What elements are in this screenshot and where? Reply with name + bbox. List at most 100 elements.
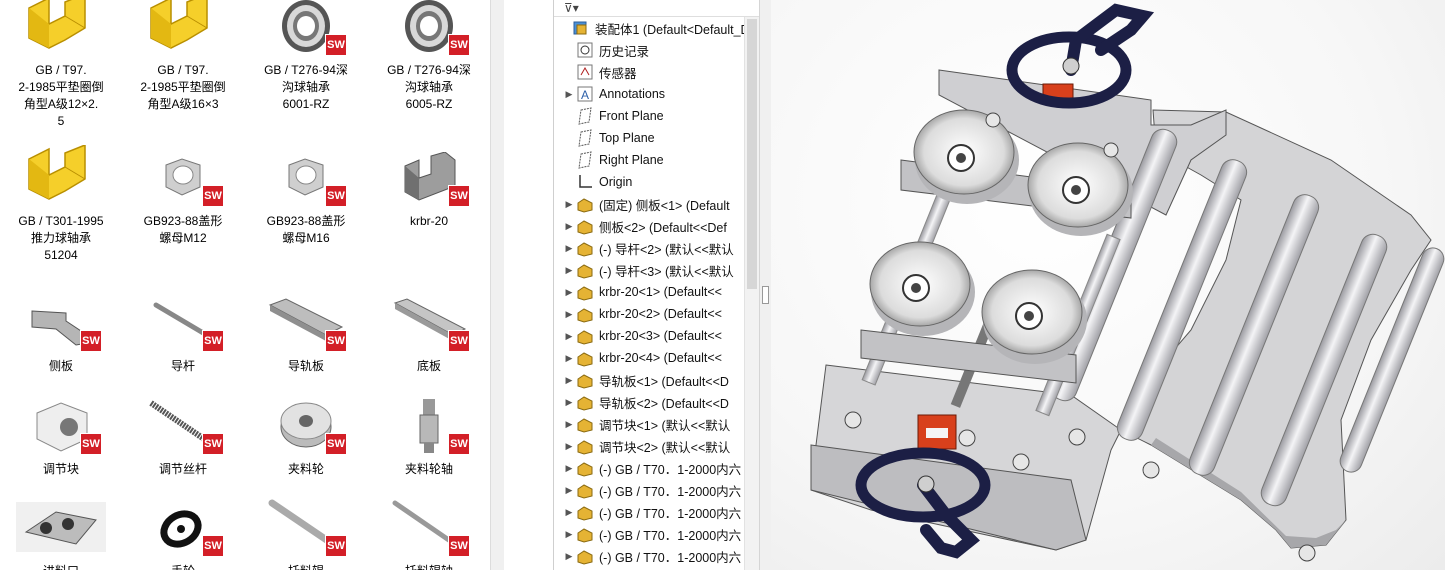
- file-tile[interactable]: SW GB / T276-94深 沟球轴承 6001-RZ: [245, 0, 367, 113]
- tree-item[interactable]: ▶ (-) 导杆<2> (默认<<默认: [554, 237, 734, 259]
- tree-item[interactable]: ▶ (-) 导杆<3> (默认<<默认: [554, 259, 734, 281]
- pulley-icon: SW: [261, 393, 351, 457]
- tree-item-label: Annotations: [599, 87, 666, 101]
- expand-arrow-icon[interactable]: ▶: [562, 375, 576, 386]
- tree-item[interactable]: Right Plane: [554, 149, 664, 171]
- expand-arrow-icon[interactable]: ▶: [562, 199, 576, 210]
- expand-arrow-icon[interactable]: ▶: [562, 243, 576, 254]
- tree-item[interactable]: Top Plane: [554, 127, 655, 149]
- tree-scrollbar[interactable]: [744, 17, 759, 570]
- tree-item[interactable]: ▶ krbr-20<1> (Default<<: [554, 281, 722, 303]
- part-icon: [576, 217, 594, 235]
- tree-item-label: (-) GB / T70．1-2000内六: [599, 484, 742, 499]
- file-tile-label: 导杆: [170, 359, 195, 373]
- bearing-icon: SW: [261, 0, 351, 58]
- file-tile-label: GB923-88盖形 螺母M16: [266, 214, 346, 245]
- tree-item[interactable]: Front Plane: [554, 105, 664, 127]
- file-tile[interactable]: SW 夹料轮轴: [368, 393, 490, 478]
- tree-item[interactable]: ▶ (-) GB / T70．1-2000内六: [554, 457, 741, 479]
- file-tile-label: GB / T97. 2-1985平垫圈倒 角型A级16×3: [140, 63, 226, 111]
- split-grip[interactable]: [762, 286, 769, 304]
- solidworks-badge-icon: SW: [448, 330, 470, 352]
- file-tile[interactable]: SW krbr-20: [368, 145, 490, 230]
- tree-item[interactable]: ▶ 侧板<2> (Default<<Def: [554, 215, 727, 237]
- expand-arrow-icon[interactable]: ▶: [562, 529, 576, 540]
- file-tile[interactable]: GB / T97. 2-1985平垫圈倒 角型A级12×2. 5: [0, 0, 122, 130]
- file-tile[interactable]: SW 托料辊: [245, 495, 367, 570]
- tree-item[interactable]: ▶ (-) GB / T70．1-2000内六: [554, 501, 741, 523]
- handwheel-icon: SW: [138, 495, 228, 559]
- assembly-3d-model[interactable]: [771, 0, 1445, 570]
- expand-arrow-icon[interactable]: ▶: [562, 221, 576, 232]
- file-tile-label: 底板: [416, 359, 441, 373]
- expand-arrow-icon[interactable]: ▶: [562, 397, 576, 408]
- file-tile[interactable]: SW GB923-88盖形 螺母M12: [122, 145, 244, 247]
- expand-arrow-icon[interactable]: ▶: [562, 507, 576, 518]
- file-tile[interactable]: GB / T97. 2-1985平垫圈倒 角型A级16×3: [122, 0, 244, 113]
- expand-arrow-icon[interactable]: ▶: [562, 485, 576, 496]
- part-icon: [576, 305, 594, 323]
- part-icon: [576, 437, 594, 455]
- solidworks-badge-icon: SW: [202, 433, 224, 455]
- cap-nut-icon: SW: [261, 145, 351, 209]
- file-tile[interactable]: SW 托料辊轴: [368, 495, 490, 570]
- expand-arrow-icon[interactable]: ▶: [562, 287, 576, 298]
- tree-item[interactable]: ▶ (-) GB / T70．1-2000内六: [554, 545, 741, 567]
- tree-item[interactable]: ▶ (-) GB / T70．1-2000内六: [554, 523, 741, 545]
- adjust-block-icon: SW: [16, 393, 106, 457]
- sensor-icon: [576, 63, 594, 81]
- part-icon: [576, 327, 594, 345]
- file-tile-label: krbr-20: [409, 214, 448, 228]
- tree-item[interactable]: ▶ krbr-20<3> (Default<<: [554, 325, 722, 347]
- part-icon: [576, 459, 594, 477]
- tree-item[interactable]: ▶ 调节块<1> (默认<<默认: [554, 413, 730, 435]
- tree-root-assembly[interactable]: 装配体1 (Default<Default_D: [554, 17, 750, 39]
- tree-item[interactable]: ▶ (-) GB / T70．1-2000内六: [554, 479, 741, 501]
- expand-arrow-icon[interactable]: ▶: [562, 551, 576, 562]
- filter-funnel-icon[interactable]: ⊽▾: [564, 1, 579, 15]
- expand-arrow-icon[interactable]: ▶: [562, 331, 576, 342]
- tree-item[interactable]: ▶ 导轨板<2> (Default<<D: [554, 391, 729, 413]
- expand-arrow-icon[interactable]: ▶: [562, 353, 576, 364]
- tree-item-label: (-) GB / T70．1-2000内六: [599, 550, 742, 565]
- tree-item[interactable]: 历史记录: [554, 39, 649, 61]
- tree-item[interactable]: ▶ 导轨板<1> (Default<<D: [554, 369, 729, 391]
- file-tile[interactable]: SW 侧板: [0, 290, 122, 375]
- graphics-viewport[interactable]: [771, 0, 1445, 570]
- tree-item[interactable]: ▶ A Annotations: [554, 83, 665, 105]
- expand-arrow-icon[interactable]: ▶: [562, 463, 576, 474]
- tree-item-label: 调节块<2> (默认<<默认: [599, 440, 731, 455]
- tree-item[interactable]: Origin: [554, 171, 632, 193]
- expand-arrow-icon[interactable]: ▶: [562, 419, 576, 430]
- feature-manager-tree: ⊽▾ 装配体1 (Default<Default_D 历史记录 传感器 ▶ A Annot…: [553, 0, 759, 570]
- scroll-thumb[interactable]: [747, 19, 757, 289]
- file-tile[interactable]: SW 底板: [368, 290, 490, 375]
- tree-item[interactable]: ▶ (固定) 侧板<1> (Default: [554, 193, 730, 215]
- file-tile[interactable]: GB / T301-1995 推力球轴承 51204: [0, 145, 122, 264]
- file-tile-label: 夹料轮: [287, 462, 324, 476]
- expand-arrow-icon[interactable]: ▶: [562, 265, 576, 276]
- expand-arrow-icon[interactable]: ▶: [562, 89, 576, 100]
- file-tile[interactable]: 进料口: [0, 495, 122, 570]
- file-tile[interactable]: SW GB923-88盖形 螺母M16: [245, 145, 367, 247]
- file-tile[interactable]: SW 导杆: [122, 290, 244, 375]
- file-tile-label: 侧板: [48, 359, 73, 373]
- tree-item[interactable]: ▶ krbr-20<2> (Default<<: [554, 303, 722, 325]
- roller-shaft-icon: SW: [384, 495, 474, 559]
- expand-arrow-icon[interactable]: ▶: [562, 441, 576, 452]
- solidworks-badge-icon: SW: [202, 535, 224, 557]
- panel-split-handle[interactable]: [759, 0, 771, 570]
- tree-filter-bar[interactable]: ⊽▾: [554, 0, 759, 17]
- file-tile[interactable]: SW GB / T276-94深 沟球轴承 6005-RZ: [368, 0, 490, 113]
- file-tile[interactable]: SW 夹料轮: [245, 393, 367, 478]
- tree-item[interactable]: 传感器: [554, 61, 637, 83]
- solidworks-badge-icon: SW: [80, 330, 102, 352]
- file-tile[interactable]: SW 调节块: [0, 393, 122, 478]
- file-tile[interactable]: SW 手轮: [122, 495, 244, 570]
- tree-item[interactable]: ▶ 调节块<2> (默认<<默认: [554, 435, 730, 457]
- expand-arrow-icon[interactable]: ▶: [562, 309, 576, 320]
- file-tile[interactable]: SW 导轨板: [245, 290, 367, 375]
- tree-item[interactable]: ▶ krbr-20<4> (Default<<: [554, 347, 722, 369]
- panel-divider[interactable]: [490, 0, 504, 570]
- file-tile[interactable]: SW 调节丝杆: [122, 393, 244, 478]
